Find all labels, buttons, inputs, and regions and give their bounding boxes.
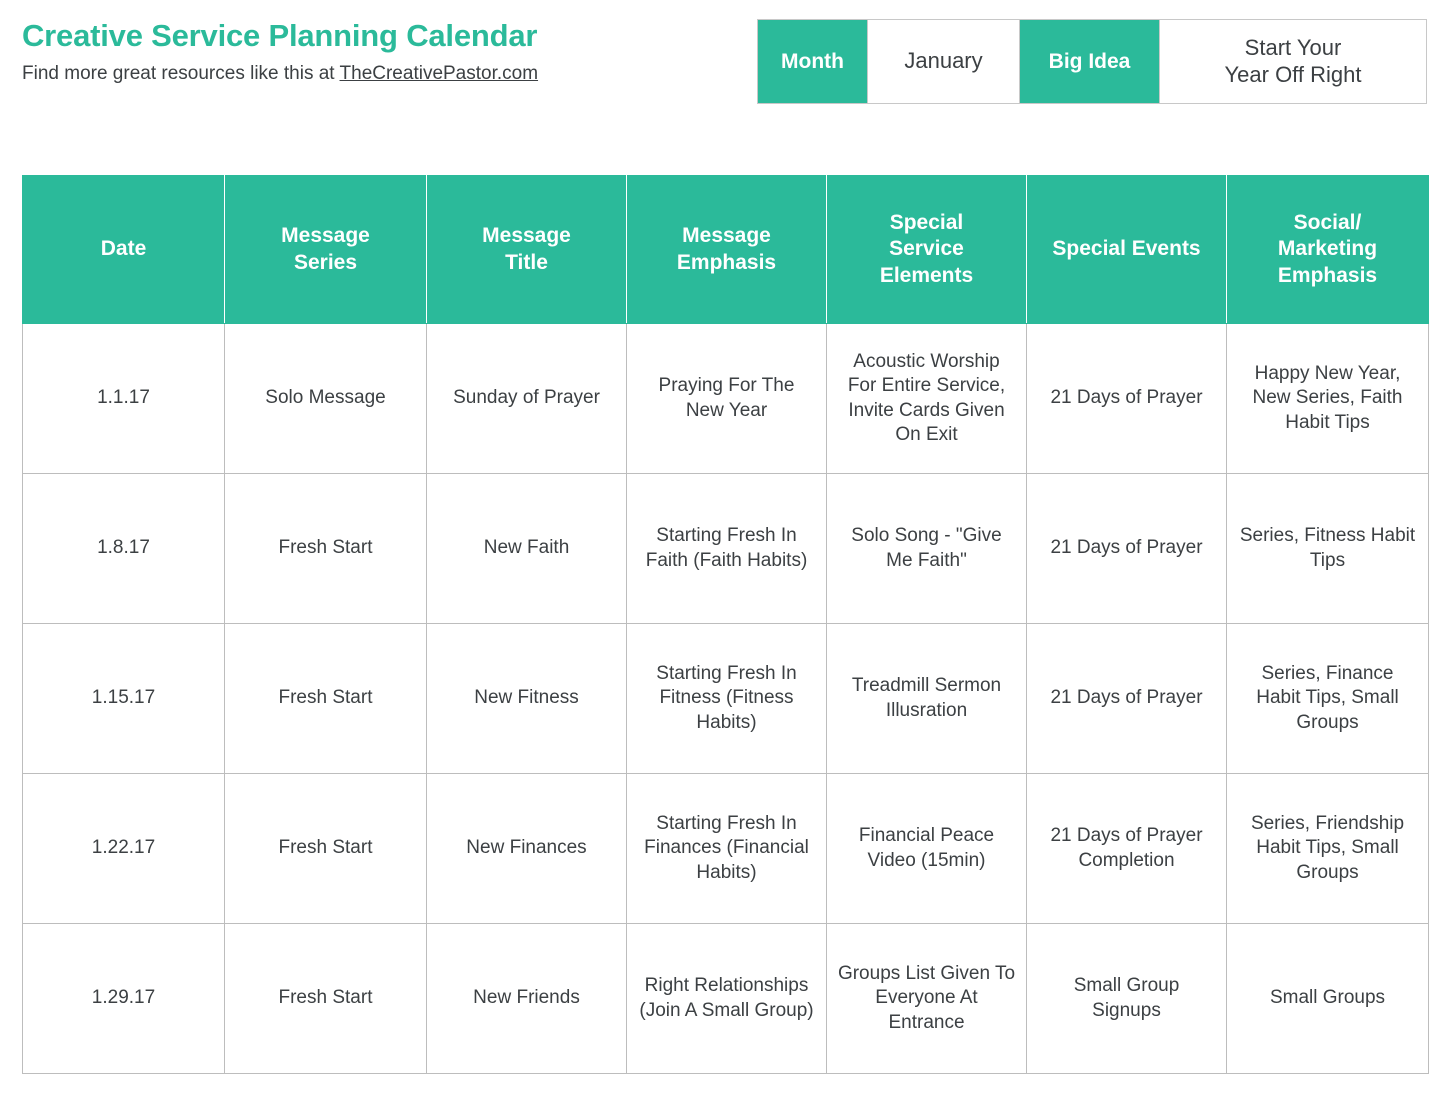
cell-message-title[interactable]: New Friends [426, 923, 627, 1074]
cell-special-service-elements[interactable]: Treadmill Sermon Illusration [826, 623, 1027, 774]
calendar-page: Creative Service Planning Calendar Find … [0, 0, 1448, 1100]
column-header-message-emphasis: Message Emphasis [626, 175, 827, 324]
column-header-events-label: Special Events [1052, 237, 1201, 261]
cell-social-marketing-emphasis[interactable]: Series, Fitness Habit Tips [1226, 473, 1429, 624]
cell-message-emphasis[interactable]: Starting Fresh In Faith (Faith Habits) [626, 473, 827, 624]
creative-pastor-link[interactable]: TheCreativePastor.com [340, 63, 539, 84]
cell-special-service-elements[interactable]: Solo Song - "Give Me Faith" [826, 473, 1027, 624]
column-header-date-label: Date [100, 237, 147, 261]
column-header-message-series: Message Series [224, 175, 427, 324]
table-header-row: Date Message Series Message Title Messag… [22, 175, 1429, 324]
column-header-title-line-1: Message [482, 223, 571, 247]
cell-message-series[interactable]: Fresh Start [224, 623, 427, 774]
column-header-message-title: Message Title [426, 175, 627, 324]
cell-date[interactable]: 1.1.17 [22, 323, 225, 474]
column-header-special-events: Special Events [1026, 175, 1227, 324]
big-idea-value[interactable]: Start Your Year Off Right [1160, 20, 1426, 103]
cell-special-events[interactable]: 21 Days of Prayer [1026, 323, 1227, 474]
cell-special-service-elements[interactable]: Financial Peace Video (15min) [826, 773, 1027, 924]
table-row: 1.22.17 Fresh Start New Finances Startin… [22, 773, 1429, 924]
cell-social-marketing-emphasis[interactable]: Small Groups [1226, 923, 1429, 1074]
column-header-special-line-3: Elements [879, 263, 974, 287]
page-subtitle: Find more great resources like this at T… [22, 63, 722, 86]
cell-message-series[interactable]: Solo Message [224, 323, 427, 474]
big-idea-line-1: Start Your [1244, 34, 1342, 60]
cell-special-events[interactable]: 21 Days of Prayer [1026, 473, 1227, 624]
big-idea-value-lines: Start Your Year Off Right [1225, 35, 1362, 89]
cell-message-emphasis[interactable]: Starting Fresh In Fitness (Fitness Habit… [626, 623, 827, 774]
cell-special-events[interactable]: 21 Days of Prayer [1026, 623, 1227, 774]
subtitle-text: Find more great resources like this at [22, 62, 340, 84]
column-header-special-line-2: Service [889, 237, 964, 261]
month-value[interactable]: January [868, 20, 1020, 103]
column-header-date: Date [22, 175, 225, 324]
cell-date[interactable]: 1.8.17 [22, 473, 225, 624]
column-header-social-line-2: Marketing [1277, 237, 1378, 261]
cell-message-emphasis[interactable]: Praying For The New Year [626, 323, 827, 474]
table-row: 1.15.17 Fresh Start New Fitness Starting… [22, 623, 1429, 774]
cell-social-marketing-emphasis[interactable]: Series, Finance Habit Tips, Small Groups [1226, 623, 1429, 774]
cell-date[interactable]: 1.29.17 [22, 923, 225, 1074]
column-header-title-line-2: Title [505, 250, 548, 274]
cell-message-title[interactable]: Sunday of Prayer [426, 323, 627, 474]
column-header-social-line-1: Social/ [1293, 210, 1362, 234]
cell-special-events[interactable]: Small Group Signups [1026, 923, 1227, 1074]
column-header-series-line-2: Series [293, 250, 358, 274]
page-header: Creative Service Planning Calendar Find … [0, 0, 1448, 160]
column-header-emphasis-line-1: Message [682, 223, 771, 247]
month-label: Month [758, 20, 868, 103]
page-title: Creative Service Planning Calendar [22, 18, 538, 53]
cell-message-emphasis[interactable]: Starting Fresh In Finances (Financial Ha… [626, 773, 827, 924]
cell-date[interactable]: 1.22.17 [22, 773, 225, 924]
table-row: 1.8.17 Fresh Start New Faith Starting Fr… [22, 473, 1429, 624]
column-header-social-line-3: Emphasis [1277, 263, 1378, 287]
cell-message-series[interactable]: Fresh Start [224, 473, 427, 624]
info-strip: Month January Big Idea Start Your Year O… [757, 19, 1427, 104]
table-header: Date Message Series Message Title Messag… [22, 175, 1429, 324]
cell-message-series[interactable]: Fresh Start [224, 923, 427, 1074]
cell-date[interactable]: 1.15.17 [22, 623, 225, 774]
table-row: 1.1.17 Solo Message Sunday of Prayer Pra… [22, 323, 1429, 474]
column-header-series-line-1: Message [281, 223, 370, 247]
column-header-special-line-1: Special [889, 210, 964, 234]
cell-message-title[interactable]: New Fitness [426, 623, 627, 774]
big-idea-line-2: Year Off Right [1224, 61, 1362, 87]
calendar-table: Date Message Series Message Title Messag… [22, 175, 1429, 1074]
calendar-table-wrap: Date Message Series Message Title Messag… [22, 175, 1429, 1074]
table-body: 1.1.17 Solo Message Sunday of Prayer Pra… [22, 323, 1429, 1074]
brand-block: Creative Service Planning Calendar Find … [22, 18, 722, 85]
cell-special-service-elements[interactable]: Groups List Given To Everyone At Entranc… [826, 923, 1027, 1074]
cell-special-service-elements[interactable]: Acoustic Worship For Entire Service, Inv… [826, 323, 1027, 474]
big-idea-label: Big Idea [1020, 20, 1160, 103]
column-header-social-marketing-emphasis: Social/ Marketing Emphasis [1226, 175, 1429, 324]
cell-special-events[interactable]: 21 Days of Prayer Completion [1026, 773, 1227, 924]
cell-message-emphasis[interactable]: Right Relationships (Join A Small Group) [626, 923, 827, 1074]
cell-message-title[interactable]: New Finances [426, 773, 627, 924]
table-row: 1.29.17 Fresh Start New Friends Right Re… [22, 923, 1429, 1074]
cell-social-marketing-emphasis[interactable]: Happy New Year, New Series, Faith Habit … [1226, 323, 1429, 474]
column-header-special-service-elements: Special Service Elements [826, 175, 1027, 324]
cell-social-marketing-emphasis[interactable]: Series, Friendship Habit Tips, Small Gro… [1226, 773, 1429, 924]
cell-message-title[interactable]: New Faith [426, 473, 627, 624]
cell-message-series[interactable]: Fresh Start [224, 773, 427, 924]
column-header-emphasis-line-2: Emphasis [676, 250, 777, 274]
